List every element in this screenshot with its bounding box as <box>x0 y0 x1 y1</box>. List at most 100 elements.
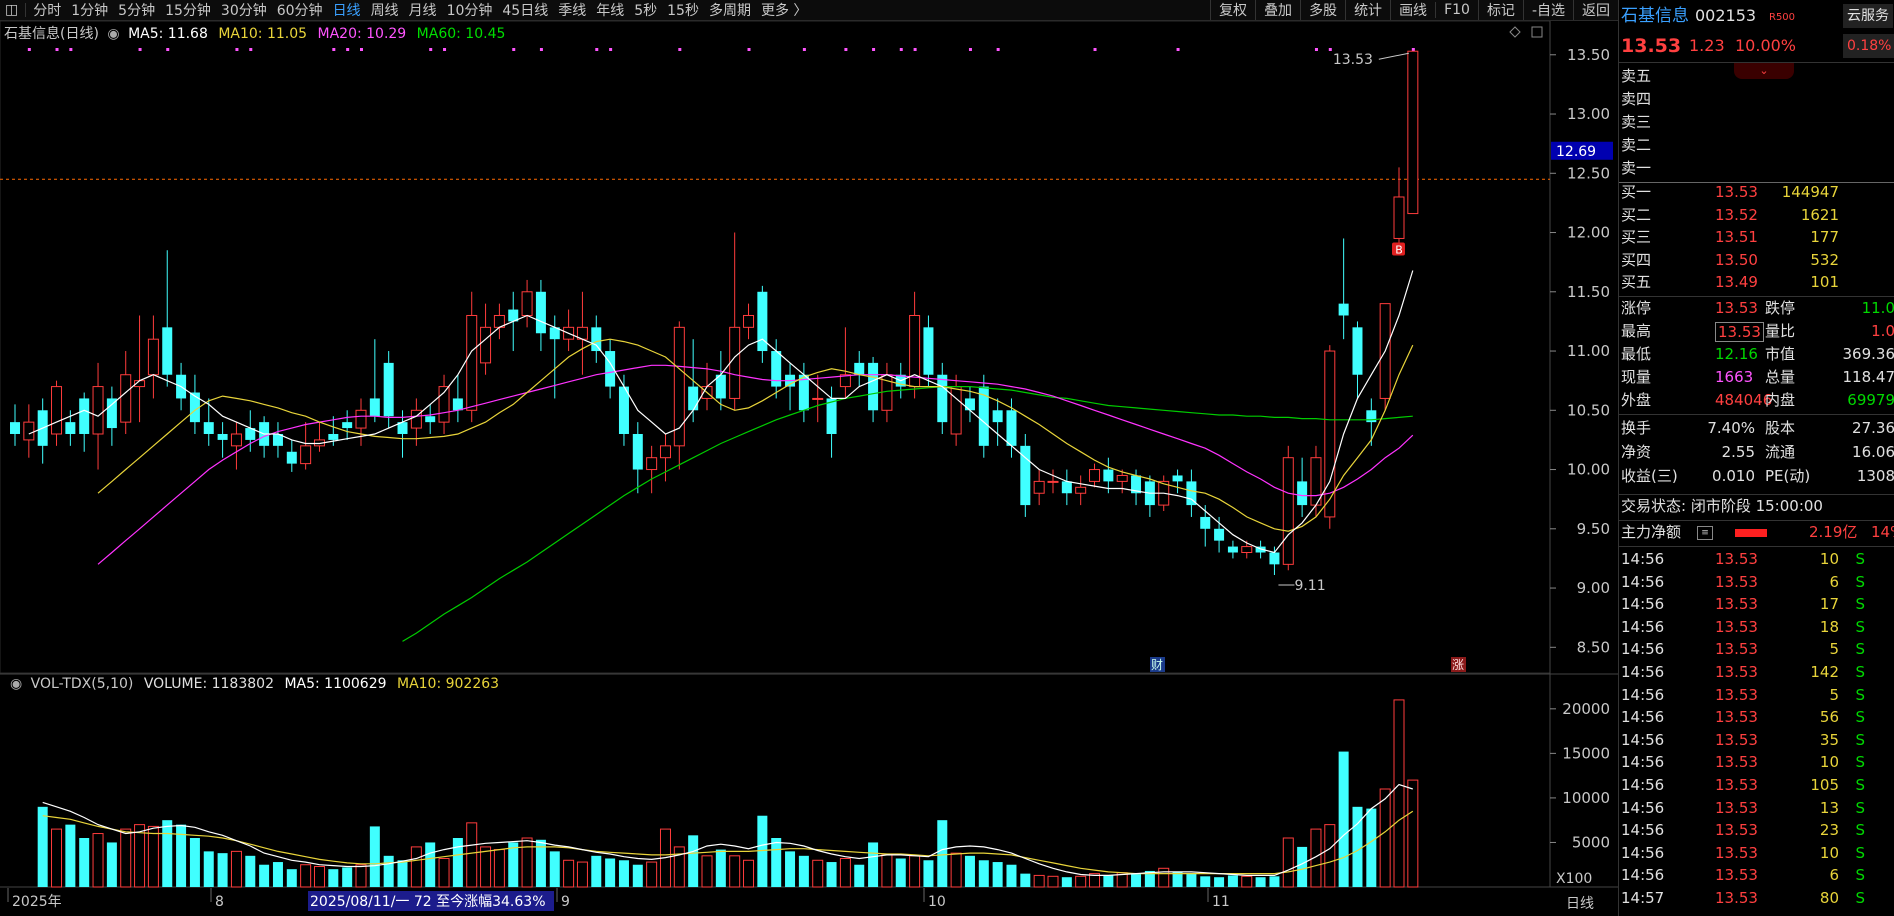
candle-body[interactable] <box>383 362 394 417</box>
volume-bar[interactable] <box>480 846 492 888</box>
candle-body[interactable] <box>591 327 602 352</box>
period-tab[interactable]: 10分钟 <box>442 0 498 20</box>
candle-body[interactable] <box>355 409 367 429</box>
candle-body[interactable] <box>743 314 755 328</box>
volume-bar[interactable] <box>189 838 200 887</box>
volume-bar[interactable] <box>79 838 90 887</box>
candle-body[interactable] <box>992 410 1003 423</box>
volume-bar[interactable] <box>106 842 117 887</box>
period-tab[interactable]: 周线 <box>366 0 404 20</box>
volume-bar[interactable] <box>369 826 380 887</box>
volume-bar[interactable] <box>881 854 893 888</box>
candle-body[interactable] <box>1393 196 1405 239</box>
volume-bar[interactable] <box>272 862 283 887</box>
candle-body[interactable] <box>1407 50 1419 215</box>
volume-bar[interactable] <box>1200 876 1211 887</box>
volume-bar[interactable] <box>397 860 408 887</box>
period-tab[interactable]: 日线 <box>328 0 366 20</box>
volume-bar[interactable] <box>673 846 685 888</box>
volume-bar[interactable] <box>909 855 921 888</box>
volume-bar[interactable] <box>452 838 463 887</box>
candle-body[interactable] <box>203 422 214 434</box>
period-tab[interactable]: 更多 〉 <box>756 0 812 20</box>
candle-body[interactable] <box>230 433 242 447</box>
candle-body[interactable] <box>286 451 297 464</box>
volume-bar[interactable] <box>521 837 533 888</box>
volume-bar[interactable] <box>1379 788 1391 888</box>
volume-bar[interactable] <box>134 824 146 888</box>
volume-bar[interactable] <box>868 842 879 887</box>
volume-bar[interactable] <box>162 820 173 887</box>
candle-body[interactable] <box>300 445 312 465</box>
toolbar-action[interactable]: 统计 <box>1345 0 1390 20</box>
candle-body[interactable] <box>92 386 104 435</box>
candle-body[interactable] <box>923 327 934 375</box>
volume-bar[interactable] <box>328 869 339 887</box>
candle-body[interactable] <box>369 398 380 417</box>
candle-body[interactable] <box>1297 481 1308 506</box>
candle-body[interactable] <box>1269 552 1280 565</box>
candle-body[interactable] <box>120 374 132 423</box>
volume-bar[interactable] <box>1020 873 1031 887</box>
candle-body[interactable] <box>425 416 436 423</box>
candle-body[interactable] <box>1033 480 1045 494</box>
volume-bar[interactable] <box>978 860 989 887</box>
volume-bar[interactable] <box>591 855 602 887</box>
volume-bar[interactable] <box>1214 877 1225 887</box>
volume-bar[interactable] <box>1366 808 1377 887</box>
candle-body[interactable] <box>51 386 63 435</box>
candle-body[interactable] <box>342 422 353 429</box>
volume-bar[interactable] <box>798 855 809 887</box>
candle-body[interactable] <box>937 374 948 423</box>
collapse-icon[interactable]: ◉ <box>10 676 22 692</box>
volume-bar[interactable] <box>895 858 906 887</box>
volume-bar[interactable] <box>1047 875 1059 888</box>
volume-bar[interactable] <box>1033 874 1045 888</box>
volume-bar[interactable] <box>245 855 256 887</box>
candle-body[interactable] <box>466 314 478 411</box>
sector-label[interactable]: 云服务 <box>1843 4 1893 28</box>
volume-bar[interactable] <box>508 842 519 887</box>
volume-bar[interactable] <box>1075 875 1087 888</box>
volume-bar[interactable] <box>65 824 76 887</box>
volume-bar[interactable] <box>203 851 214 887</box>
candle-body[interactable] <box>1200 516 1211 529</box>
candle-body[interactable] <box>1047 480 1059 483</box>
volume-bar[interactable] <box>313 866 325 888</box>
volume-bar[interactable] <box>771 838 782 887</box>
volume-bar[interactable] <box>1393 699 1405 888</box>
candle-body[interactable] <box>535 291 546 334</box>
volume-bar[interactable] <box>37 806 48 887</box>
volume-bar[interactable] <box>493 849 505 888</box>
candle-body[interactable] <box>452 398 463 411</box>
period-tab[interactable]: 5秒 <box>629 0 662 20</box>
period-tab[interactable]: 多周期 <box>704 0 756 20</box>
candle-body[interactable] <box>1214 528 1225 541</box>
candle-body[interactable] <box>826 398 837 434</box>
toolbar-action[interactable]: 复权 <box>1210 0 1255 20</box>
volume-bar[interactable] <box>1186 873 1197 887</box>
candle-body[interactable] <box>10 422 20 434</box>
volume-bar[interactable] <box>715 849 726 887</box>
candle-body[interactable] <box>1116 474 1128 482</box>
volume-bar[interactable] <box>576 861 588 888</box>
volume-bar[interactable] <box>92 833 104 888</box>
volume-bar[interactable] <box>992 862 1003 887</box>
toolbar-action[interactable]: 标记 <box>1477 0 1523 20</box>
volume-bar[interactable] <box>964 855 975 887</box>
candle-body[interactable] <box>328 433 339 440</box>
candle-body[interactable] <box>1172 475 1183 482</box>
candle-body[interactable] <box>162 327 173 375</box>
volume-bar[interactable] <box>425 842 436 887</box>
candle-body[interactable] <box>854 362 865 375</box>
toolbar-action[interactable]: 返回 <box>1573 0 1618 20</box>
period-tab[interactable]: 季线 <box>553 0 591 20</box>
candle-body[interactable] <box>147 338 159 376</box>
volume-bar[interactable] <box>217 853 228 887</box>
candle-body[interactable] <box>1061 481 1072 494</box>
volume-bar[interactable] <box>950 852 962 888</box>
candle-body[interactable] <box>217 433 228 440</box>
volume-bar[interactable] <box>342 867 353 887</box>
volume-bar[interactable] <box>632 864 643 887</box>
period-tab[interactable]: 15秒 <box>662 0 704 20</box>
